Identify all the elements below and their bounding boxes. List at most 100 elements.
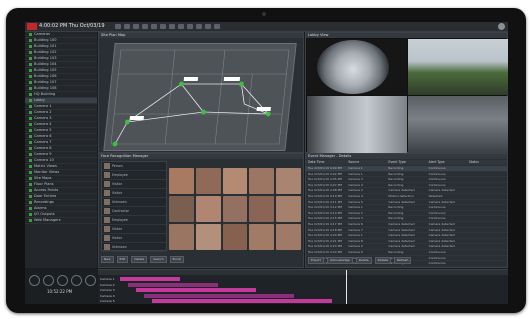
face-thumbnail[interactable] (222, 224, 248, 250)
timeline-cursor[interactable] (346, 270, 347, 304)
event-column-header[interactable]: Alert Type (427, 160, 467, 165)
zoom-icon[interactable] (169, 24, 175, 29)
timeline-track[interactable] (120, 277, 180, 281)
table-cell: Camera detected (428, 238, 455, 243)
face-action-button[interactable]: Enroll (169, 255, 184, 263)
layout-icon[interactable] (151, 24, 157, 29)
person-row[interactable]: Unknown (102, 243, 166, 252)
snapshot-icon[interactable] (142, 24, 148, 29)
person-row[interactable]: Contractor (102, 207, 166, 216)
floor-plan[interactable] (103, 43, 297, 151)
face-thumbnail[interactable] (276, 168, 301, 194)
face-thumbnail[interactable] (222, 196, 248, 222)
event-column-header[interactable]: Status (467, 160, 507, 165)
timeline-track[interactable] (136, 288, 256, 292)
table-cell (467, 216, 507, 221)
gear-icon[interactable] (498, 23, 505, 30)
face-thumbnail[interactable] (195, 224, 221, 250)
ptz-up-button[interactable] (43, 275, 54, 286)
camera-tile-office[interactable] (307, 96, 407, 153)
sidebar-item-label: Door Entries (34, 194, 57, 198)
event-column-header[interactable]: Source (346, 160, 386, 165)
table-cell: Camera detected (388, 221, 415, 226)
camera-tile-fisheye[interactable] (307, 39, 407, 95)
face-thumbnail[interactable] (249, 224, 275, 250)
face-thumbnail[interactable] (276, 196, 301, 222)
table-cell: Tue Oct/01/19 4:10 PM (308, 193, 342, 198)
face-thumbnail[interactable] (169, 168, 194, 194)
person-row[interactable]: Visitor (102, 234, 166, 243)
event-column-header[interactable]: Event Type (386, 160, 426, 165)
table-cell: Camera 3 (348, 216, 363, 221)
face-thumbnail[interactable] (195, 168, 221, 194)
person-row[interactable]: Unknown (102, 198, 166, 207)
timeline-track[interactable] (128, 282, 218, 287)
pause-icon[interactable] (124, 24, 130, 29)
ptz-right-button[interactable] (71, 275, 82, 286)
ptz-down-button[interactable] (57, 275, 68, 286)
ptz-zoom-button[interactable] (85, 275, 96, 286)
audio-icon[interactable] (178, 24, 184, 29)
person-row[interactable]: Person (102, 162, 166, 171)
table-cell: Continuous (428, 205, 446, 210)
status-indicator-icon (29, 188, 32, 192)
table-cell (467, 188, 507, 193)
face-thumbnail[interactable] (169, 196, 194, 222)
timeline-track[interactable] (144, 293, 294, 298)
face-thumbnail[interactable] (249, 196, 275, 222)
face-gallery (169, 168, 301, 250)
sidebar-item[interactable]: Web Managers (25, 218, 97, 224)
timeline-track[interactable] (152, 299, 332, 303)
event-column-header[interactable]: Date Time (306, 160, 346, 165)
table-cell (467, 222, 507, 227)
sidebar-item-label: Recordings (34, 200, 54, 204)
table-cell (467, 194, 507, 199)
status-indicator-icon (29, 152, 32, 156)
settings-icon[interactable] (214, 24, 220, 29)
face-action-button[interactable]: Edit (116, 255, 129, 263)
alarm-icon[interactable] (205, 24, 211, 29)
webcam-icon (262, 12, 266, 16)
person-row[interactable]: Visitor (102, 180, 166, 189)
face-thumbnail[interactable] (249, 168, 275, 194)
table-cell: Camera 8 (348, 238, 363, 243)
status-indicator-icon (29, 122, 32, 126)
face-action-button[interactable]: Delete (131, 255, 148, 263)
sidebar-item-label: Camera 2 (34, 110, 52, 114)
sidebar-item-label: I/O Outputs (34, 212, 55, 216)
event-action-button[interactable]: Details (374, 256, 392, 264)
face-action-button[interactable]: New (101, 255, 114, 263)
play-icon[interactable] (115, 24, 121, 29)
event-action-button[interactable]: Refresh (394, 256, 412, 264)
person-row[interactable]: Employee (102, 216, 166, 225)
record-icon[interactable] (133, 24, 139, 29)
table-cell: Camera 1 (348, 233, 363, 238)
export-icon[interactable] (187, 24, 193, 29)
person-row[interactable]: Visitor (102, 189, 166, 198)
sidebar-item-label: Building 102 (34, 50, 57, 54)
camera-tile-hallway[interactable] (408, 96, 508, 153)
table-cell (467, 200, 507, 205)
sidebar-item-label: Building 104 (34, 62, 57, 66)
camera-tile-exterior[interactable] (408, 39, 508, 95)
face-thumbnail[interactable] (222, 168, 248, 194)
grid-icon[interactable] (160, 24, 166, 29)
event-action-button[interactable]: Export (308, 256, 324, 264)
search-icon[interactable] (196, 24, 202, 29)
person-row[interactable]: Visitor (102, 225, 166, 234)
person-row[interactable]: Employee (102, 171, 166, 180)
playback-timeline[interactable]: Camera 1 Camera 2 Camera 3 Camera 4 Camera 5 (98, 269, 508, 304)
map-camera-icon[interactable] (112, 141, 118, 147)
face-thumbnail[interactable] (195, 196, 221, 222)
camera-grid: Lobby View (305, 32, 508, 153)
face-thumbnail[interactable] (169, 224, 194, 250)
event-action-button[interactable]: Delete (355, 256, 372, 264)
face-thumbnail[interactable] (276, 224, 301, 250)
table-cell: Recording (388, 177, 404, 182)
sidebar-item-label: Building 105 (34, 68, 57, 72)
face-action-button[interactable]: Search (150, 255, 167, 263)
event-action-button[interactable]: Acknowledge (326, 256, 353, 264)
sidebar-item-label: Cameras (34, 32, 50, 36)
ptz-left-button[interactable] (29, 275, 40, 286)
map-camera-icon[interactable] (124, 119, 130, 125)
